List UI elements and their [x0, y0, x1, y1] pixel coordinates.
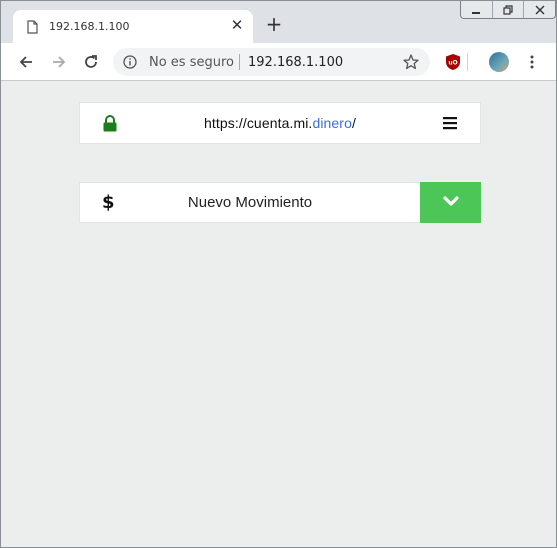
tab-strip: 192.168.1.100 ✕ +: [1, 1, 556, 43]
chevron-down-icon: [442, 194, 459, 212]
toolbar-divider: [467, 53, 468, 71]
new-movement-panel[interactable]: $ Nuevo Movimiento: [79, 182, 481, 223]
restore-icon[interactable]: [493, 1, 525, 18]
hamburger-icon[interactable]: [442, 116, 458, 130]
new-tab-plus-icon[interactable]: +: [265, 14, 283, 34]
svg-text:uO: uO: [448, 60, 457, 67]
window-close-icon[interactable]: [524, 1, 555, 18]
site-url-accent: dinero: [312, 115, 352, 131]
page-content: https://cuenta.mi.dinero/ $ Nuevo Movimi…: [1, 82, 556, 547]
arrow-right-icon[interactable]: [49, 52, 69, 72]
address-bar[interactable]: No es seguro 192.168.1.100: [113, 48, 430, 76]
tab-title: 192.168.1.100: [49, 20, 130, 33]
site-url-suffix: /: [351, 115, 356, 131]
browser-toolbar: No es seguro 192.168.1.100 uO: [1, 43, 556, 81]
tab-close-icon[interactable]: ✕: [230, 18, 244, 33]
arrow-left-icon[interactable]: [16, 52, 36, 72]
expand-movement-button[interactable]: [420, 182, 481, 223]
reload-icon[interactable]: [81, 52, 101, 72]
window-controls: [460, 1, 556, 19]
omnibox-divider: [239, 54, 240, 70]
avatar[interactable]: [489, 52, 509, 72]
ublock-shield-icon[interactable]: uO: [443, 52, 463, 72]
url-text[interactable]: 192.168.1.100: [248, 55, 343, 70]
browser-window: 192.168.1.100 ✕ + No es seguro 192.168.1…: [0, 0, 557, 548]
kebab-menu-icon[interactable]: [522, 52, 542, 72]
browser-tab[interactable]: 192.168.1.100 ✕: [13, 10, 253, 43]
site-url: https://cuenta.mi.dinero/: [80, 115, 480, 131]
security-status-text: No es seguro: [149, 55, 234, 70]
new-movement-label: Nuevo Movimiento: [187, 194, 313, 211]
star-icon[interactable]: [402, 53, 420, 71]
site-url-prefix: https://cuenta.mi.: [204, 115, 313, 131]
minimize-icon[interactable]: [461, 1, 493, 18]
site-header: https://cuenta.mi.dinero/: [79, 102, 481, 144]
document-icon: [27, 20, 38, 34]
info-icon[interactable]: [123, 55, 137, 69]
